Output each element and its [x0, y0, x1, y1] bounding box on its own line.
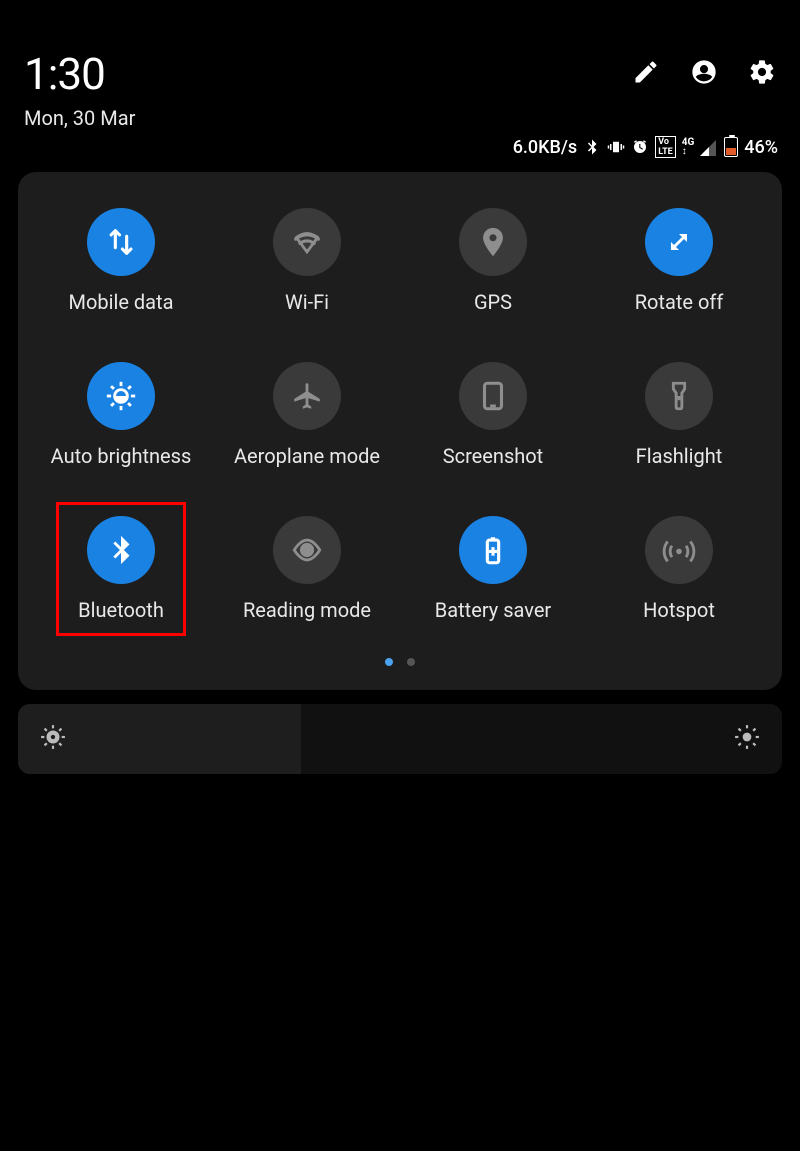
tile-label: Auto brightness	[51, 444, 192, 468]
quick-settings-panel: Mobile data Wi-Fi GPS Rotate off Auto bright…	[18, 172, 782, 690]
status-indicators: 6.0KB/s VoLTE 4G↕ 46%	[0, 130, 800, 172]
tile-label: Mobile data	[69, 290, 174, 314]
rotate-icon	[645, 208, 713, 276]
reading-mode-icon	[273, 516, 341, 584]
tile-wifi[interactable]: Wi-Fi	[214, 208, 400, 314]
settings-icon[interactable]	[748, 58, 776, 86]
tile-label: Aeroplane mode	[234, 444, 380, 468]
tile-screenshot[interactable]: Screenshot	[400, 362, 586, 468]
tile-label: Wi-Fi	[285, 290, 329, 314]
volte-badge: VoLTE	[655, 136, 676, 158]
brightness-high-icon	[734, 724, 760, 754]
clock-time: 1:30	[24, 48, 135, 100]
mobile-data-icon	[87, 208, 155, 276]
tile-label: Battery saver	[435, 598, 551, 622]
tile-label: Hotspot	[643, 598, 715, 622]
battery-icon	[724, 137, 738, 157]
tile-gps[interactable]: GPS	[400, 208, 586, 314]
tile-auto-brightness[interactable]: Auto brightness	[28, 362, 214, 468]
tile-battery-saver[interactable]: Battery saver	[400, 516, 586, 622]
vibrate-icon	[607, 138, 625, 156]
tile-reading-mode[interactable]: Reading mode	[214, 516, 400, 622]
tile-mobile-data[interactable]: Mobile data	[28, 208, 214, 314]
alarm-icon	[631, 138, 649, 156]
hotspot-icon	[645, 516, 713, 584]
tile-hotspot[interactable]: Hotspot	[586, 516, 772, 622]
flashlight-icon	[645, 362, 713, 430]
brightness-low-icon	[40, 724, 66, 754]
network-gen: 4G↕	[682, 138, 695, 156]
tile-rotate[interactable]: Rotate off	[586, 208, 772, 314]
screenshot-icon	[459, 362, 527, 430]
signal-icon	[700, 138, 718, 156]
gps-icon	[459, 208, 527, 276]
bluetooth-status-icon	[583, 138, 601, 156]
tile-flashlight[interactable]: Flashlight	[586, 362, 772, 468]
battery-percent: 46%	[744, 137, 778, 158]
edit-icon[interactable]	[632, 58, 660, 86]
account-icon[interactable]	[690, 58, 718, 86]
page-dot-1[interactable]	[385, 658, 393, 666]
page-indicator	[28, 658, 772, 666]
tile-label: Screenshot	[443, 444, 543, 468]
tile-bluetooth[interactable]: Bluetooth	[28, 516, 214, 622]
aeroplane-icon	[273, 362, 341, 430]
tile-label: Reading mode	[243, 598, 371, 622]
tile-label: Rotate off	[635, 290, 724, 314]
tile-label: Flashlight	[636, 444, 723, 468]
page-dot-2[interactable]	[407, 658, 415, 666]
clock-date: Mon, 30 Mar	[24, 106, 135, 130]
network-speed: 6.0KB/s	[513, 137, 578, 158]
annotation-highlight	[56, 502, 186, 636]
battery-saver-icon	[459, 516, 527, 584]
auto-brightness-icon	[87, 362, 155, 430]
tile-label: GPS	[474, 290, 512, 314]
wifi-icon	[273, 208, 341, 276]
brightness-slider[interactable]	[18, 704, 782, 774]
tile-aeroplane[interactable]: Aeroplane mode	[214, 362, 400, 468]
